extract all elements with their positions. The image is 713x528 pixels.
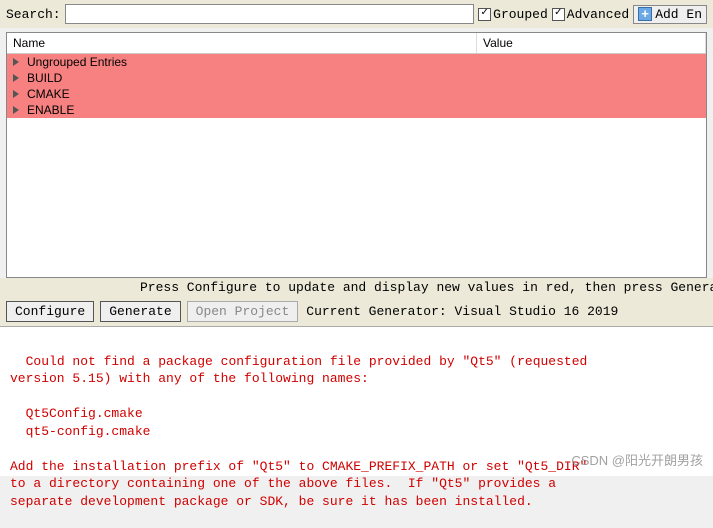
entry-name: ENABLE <box>27 103 467 117</box>
cache-header: Name Value <box>7 33 706 54</box>
add-entry-button[interactable]: + Add En <box>633 5 707 24</box>
cache-body: Ungrouped Entries BUILD CMAKE ENABLE <box>7 54 706 277</box>
add-entry-label: Add En <box>655 7 702 22</box>
chevron-right-icon[interactable] <box>11 105 21 115</box>
search-label: Search: <box>6 7 61 22</box>
open-project-button: Open Project <box>187 301 299 322</box>
plus-icon: + <box>638 7 652 21</box>
column-header-name[interactable]: Name <box>7 33 477 53</box>
entry-name: CMAKE <box>27 87 467 101</box>
checkbox-icon: ✓ <box>478 8 491 21</box>
table-row[interactable]: CMAKE <box>7 86 706 102</box>
button-row: Configure Generate Open Project Current … <box>0 297 713 326</box>
checkbox-icon: ✓ <box>552 8 565 21</box>
search-input[interactable] <box>65 4 475 24</box>
grouped-checkbox[interactable]: ✓ Grouped <box>478 7 548 22</box>
generate-button[interactable]: Generate <box>100 301 180 322</box>
chevron-right-icon[interactable] <box>11 73 21 83</box>
advanced-checkbox[interactable]: ✓ Advanced <box>552 7 629 22</box>
log-output[interactable]: Could not find a package configuration f… <box>0 326 713 476</box>
table-row[interactable]: BUILD <box>7 70 706 86</box>
advanced-label: Advanced <box>567 7 629 22</box>
grouped-label: Grouped <box>493 7 548 22</box>
column-header-value[interactable]: Value <box>477 33 706 53</box>
watermark: CSDN @阳光开朗男孩 <box>571 452 703 470</box>
table-row[interactable]: ENABLE <box>7 102 706 118</box>
configure-button[interactable]: Configure <box>6 301 94 322</box>
table-row[interactable]: Ungrouped Entries <box>7 54 706 70</box>
entry-name: Ungrouped Entries <box>27 55 467 69</box>
current-generator-label: Current Generator: Visual Studio 16 2019 <box>306 304 618 319</box>
cache-table: Name Value Ungrouped Entries BUILD CMAKE <box>6 32 707 278</box>
log-text: Could not find a package configuration f… <box>10 354 587 509</box>
chevron-right-icon[interactable] <box>11 57 21 67</box>
entry-name: BUILD <box>27 71 467 85</box>
chevron-right-icon[interactable] <box>11 89 21 99</box>
hint-text: Press Configure to update and display ne… <box>0 278 713 297</box>
top-bar: Search: ✓ Grouped ✓ Advanced + Add En <box>0 0 713 28</box>
